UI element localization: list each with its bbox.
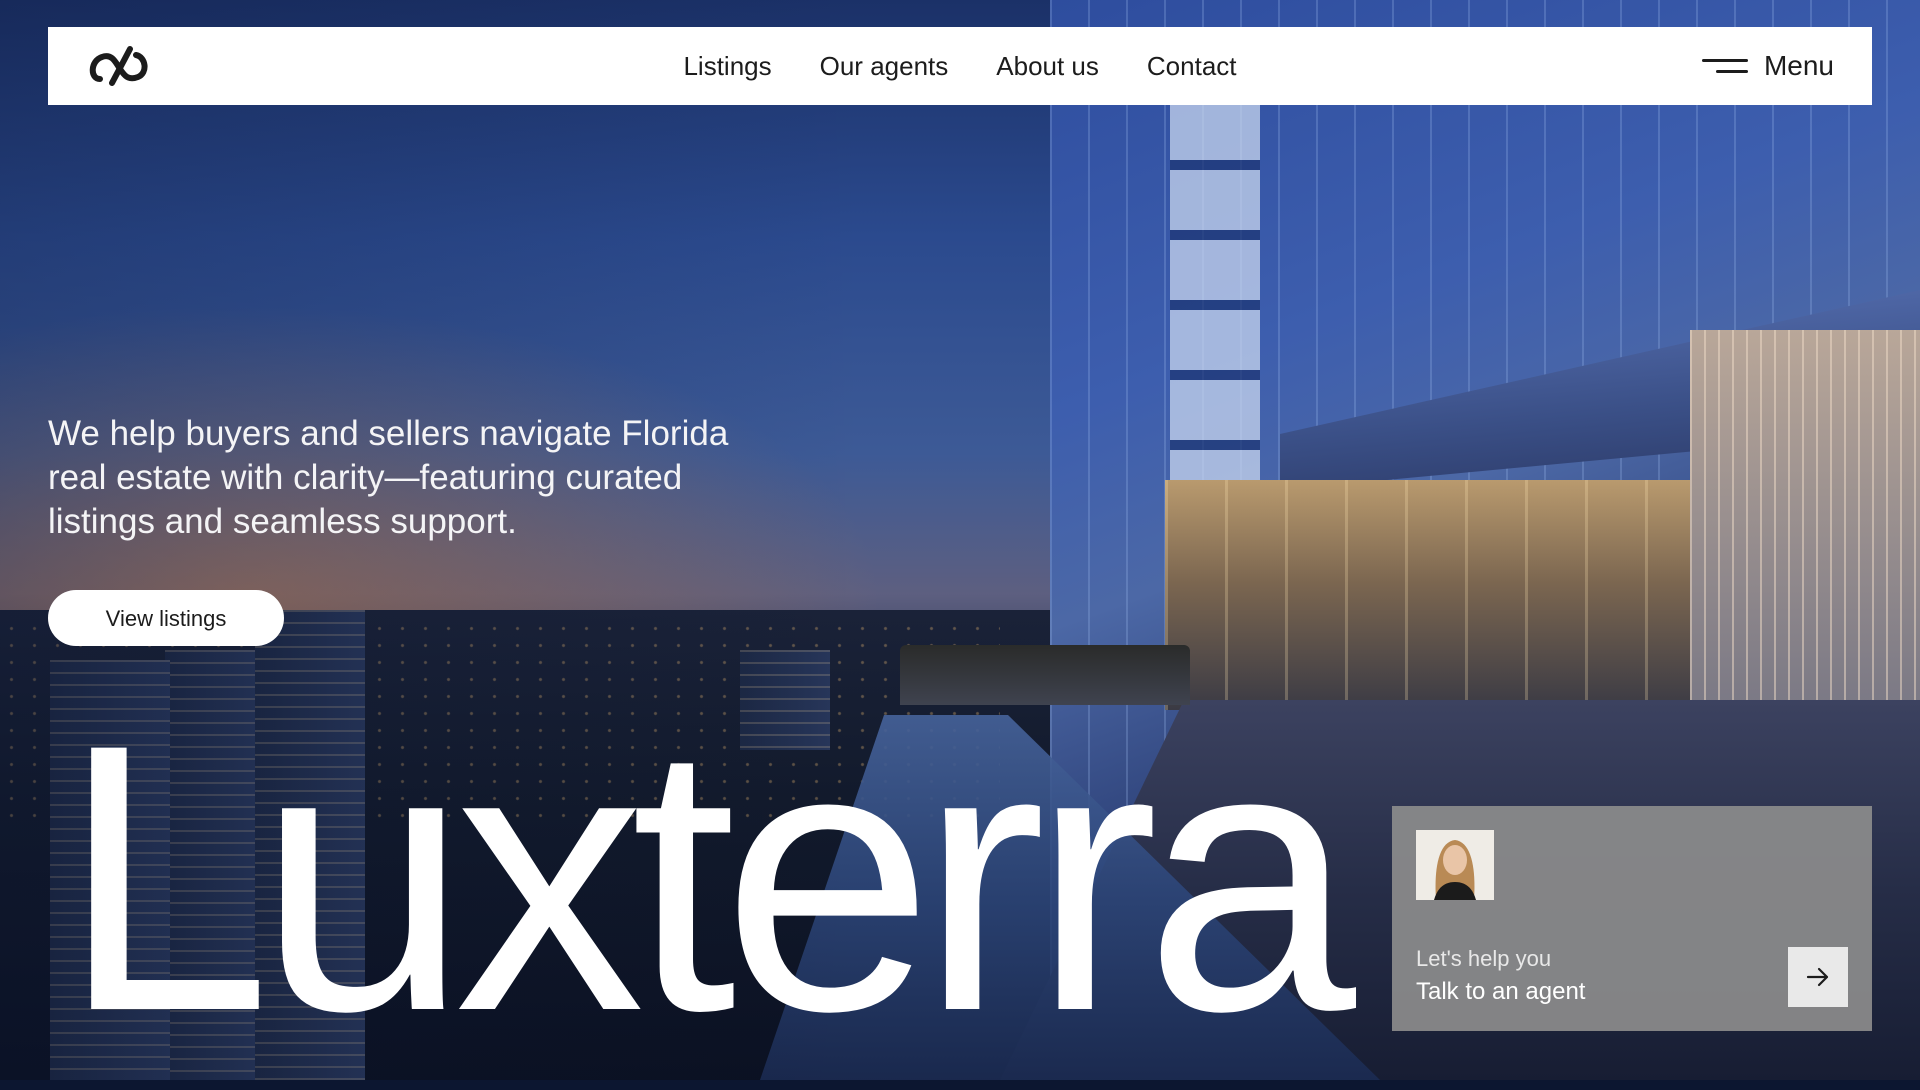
nav-link-listings[interactable]: Listings [683,51,771,82]
arrow-right-icon [1806,967,1829,987]
nav-link-contact[interactable]: Contact [1147,51,1237,82]
nav-link-our-agents[interactable]: Our agents [820,51,949,82]
brand-wordmark: Luxterra [60,665,1356,1090]
arrow-button[interactable] [1788,947,1848,1007]
hamburger-menu-icon [1701,57,1748,75]
menu-button[interactable]: Menu [1701,27,1834,105]
primary-nav: Listings Our agents About us Contact [48,27,1872,105]
hero-tagline: We help buyers and sellers navigate Flor… [48,414,729,541]
infinity-link-logo[interactable] [86,41,156,91]
view-listings-button[interactable]: View listings [48,590,284,646]
talk-to-agent-card[interactable]: Let's help you Talk to an agent [1392,806,1872,1031]
agent-card-title: Talk to an agent [1416,978,1586,1005]
agent-avatar [1416,830,1494,900]
nav-link-about-us[interactable]: About us [996,51,1099,82]
agent-card-subtitle: Let's help you [1416,946,1552,971]
menu-label: Menu [1763,50,1834,81]
top-navbar: Listings Our agents About us Contact Men… [48,27,1872,105]
